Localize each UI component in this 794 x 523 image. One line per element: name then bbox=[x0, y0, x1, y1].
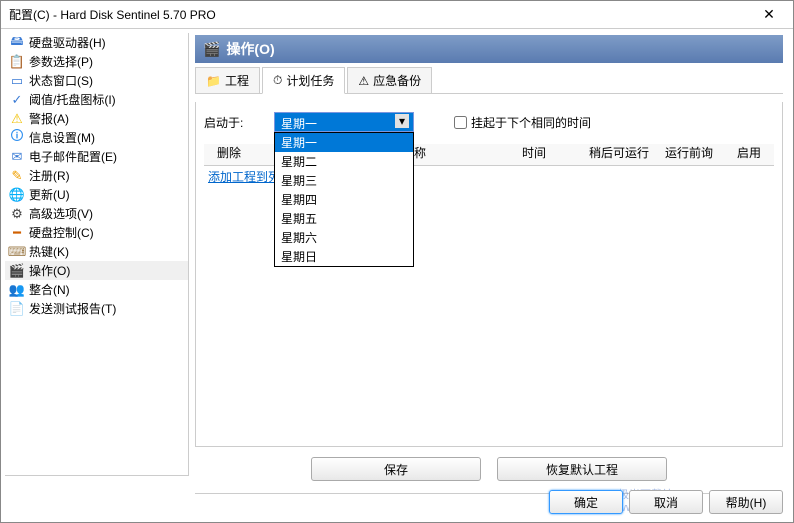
col-time: 时间 bbox=[484, 144, 584, 161]
tab-label-1: 计划任务 bbox=[286, 72, 334, 89]
suspend-checkbox[interactable] bbox=[454, 116, 467, 129]
sidebar-label-6: 电子邮件配置(E) bbox=[29, 148, 117, 165]
sidebar-item-14[interactable]: 📄发送测试报告(T) bbox=[5, 299, 188, 318]
sidebar-icon-8: 🌐 bbox=[9, 187, 25, 203]
sidebar-icon-7: ✎ bbox=[9, 168, 25, 184]
sidebar-item-6[interactable]: ✉电子邮件配置(E) bbox=[5, 147, 188, 166]
sidebar-icon-0: 🖴 bbox=[9, 35, 25, 51]
section-header: 🎬 操作(O) bbox=[195, 35, 783, 63]
col-delete: 删除 bbox=[204, 144, 254, 161]
ok-button[interactable]: 确定 bbox=[549, 490, 623, 514]
col-prerun: 运行前询 bbox=[654, 144, 724, 161]
sidebar-icon-2: ▭ bbox=[9, 73, 25, 89]
sidebar-icon-12: 🎬 bbox=[9, 263, 25, 279]
col-enable: 启用 bbox=[724, 144, 774, 161]
tabs: 📁 工程 ⏱ 计划任务 ⚠ 应急备份 bbox=[195, 67, 783, 94]
suspend-checkbox-wrap: 挂起于下个相同的时间 bbox=[454, 114, 591, 131]
sidebar-icon-3: ✓ bbox=[9, 92, 25, 108]
titlebar: 配置(C) - Hard Disk Sentinel 5.70 PRO ✕ bbox=[1, 1, 793, 29]
sidebar-label-10: 硬盘控制(C) bbox=[29, 224, 94, 241]
sidebar-label-8: 更新(U) bbox=[29, 186, 70, 203]
main-panel: 🎬 操作(O) 📁工程⏱计划任务⚠应急备份 启动于: 星期一 星期一星期二星期三… bbox=[193, 29, 793, 480]
sidebar-item-2[interactable]: ▭状态窗口(S) bbox=[5, 71, 188, 90]
tab-icon-0: 📁 bbox=[206, 74, 221, 88]
dropdown-option-6[interactable]: 星期日 bbox=[275, 247, 413, 266]
save-button[interactable]: 保存 bbox=[311, 457, 481, 481]
start-label: 启动于: bbox=[204, 114, 264, 131]
sidebar-item-10[interactable]: ━硬盘控制(C) bbox=[5, 223, 188, 242]
tab-icon-2: ⚠ bbox=[358, 74, 369, 88]
sidebar-label-1: 参数选择(P) bbox=[29, 53, 93, 70]
sidebar-label-9: 高级选项(V) bbox=[29, 205, 93, 222]
dropdown-option-4[interactable]: 星期五 bbox=[275, 209, 413, 228]
sidebar-label-11: 热键(K) bbox=[29, 243, 69, 260]
help-button[interactable]: 帮助(H) bbox=[709, 490, 783, 514]
sidebar-icon-9: ⚙ bbox=[9, 206, 25, 222]
tab-content: 启动于: 星期一 星期一星期二星期三星期四星期五星期六星期日 挂起于下个相同的时… bbox=[195, 102, 783, 447]
dropdown-option-2[interactable]: 星期三 bbox=[275, 171, 413, 190]
clapper-icon: 🎬 bbox=[203, 41, 220, 58]
sidebar-icon-6: ✉ bbox=[9, 149, 25, 165]
tab-0[interactable]: 📁 工程 bbox=[195, 67, 260, 93]
titlebar-text: 配置(C) - Hard Disk Sentinel 5.70 PRO bbox=[5, 6, 749, 23]
sidebar-item-4[interactable]: ⚠警报(A) bbox=[5, 109, 188, 128]
tab-1[interactable]: ⏱ 计划任务 bbox=[262, 67, 345, 94]
sidebar-item-12[interactable]: 🎬操作(O) bbox=[5, 261, 188, 280]
tab-label-0: 工程 bbox=[225, 72, 249, 89]
sidebar-item-8[interactable]: 🌐更新(U) bbox=[5, 185, 188, 204]
content-area: 🖴硬盘驱动器(H)📋参数选择(P)▭状态窗口(S)✓阈值/托盘图标(I)⚠警报(… bbox=[1, 29, 793, 480]
dropdown-option-5[interactable]: 星期六 bbox=[275, 228, 413, 247]
dropdown-option-0[interactable]: 星期一 bbox=[275, 133, 413, 152]
tab-icon-1: ⏱ bbox=[273, 73, 282, 88]
sidebar-icon-10: ━ bbox=[9, 225, 25, 241]
sidebar-icon-4: ⚠ bbox=[9, 111, 25, 127]
sidebar-icon-5: 🛈 bbox=[9, 130, 25, 146]
sidebar-label-2: 状态窗口(S) bbox=[29, 72, 93, 89]
sidebar-item-0[interactable]: 🖴硬盘驱动器(H) bbox=[5, 33, 188, 52]
sidebar-label-4: 警报(A) bbox=[29, 110, 69, 127]
sidebar-label-12: 操作(O) bbox=[29, 262, 70, 279]
sidebar-item-11[interactable]: ⌨热键(K) bbox=[5, 242, 188, 261]
section-title: 操作(O) bbox=[226, 39, 274, 59]
day-dropdown[interactable]: 星期一 bbox=[274, 112, 414, 132]
config-window: 配置(C) - Hard Disk Sentinel 5.70 PRO ✕ 🖴硬… bbox=[0, 0, 794, 523]
bottom-bar: 确定 取消 帮助(H) bbox=[549, 490, 783, 514]
day-dropdown-list[interactable]: 星期一星期二星期三星期四星期五星期六星期日 bbox=[274, 132, 414, 267]
sidebar-icon-11: ⌨ bbox=[9, 244, 25, 260]
sidebar-label-5: 信息设置(M) bbox=[29, 129, 95, 146]
start-row: 启动于: 星期一 星期一星期二星期三星期四星期五星期六星期日 挂起于下个相同的时… bbox=[204, 112, 774, 132]
cancel-button[interactable]: 取消 bbox=[629, 490, 703, 514]
sidebar-item-13[interactable]: 👥整合(N) bbox=[5, 280, 188, 299]
action-buttons: 保存 恢复默认工程 bbox=[195, 447, 783, 491]
sidebar-item-5[interactable]: 🛈信息设置(M) bbox=[5, 128, 188, 147]
tab-2[interactable]: ⚠ 应急备份 bbox=[347, 67, 432, 93]
sidebar-label-14: 发送测试报告(T) bbox=[29, 300, 116, 317]
restore-button[interactable]: 恢复默认工程 bbox=[497, 457, 667, 481]
sidebar-label-0: 硬盘驱动器(H) bbox=[29, 34, 106, 51]
sidebar-item-3[interactable]: ✓阈值/托盘图标(I) bbox=[5, 90, 188, 109]
col-delay: 稍后可运行 bbox=[584, 144, 654, 161]
suspend-label: 挂起于下个相同的时间 bbox=[471, 114, 591, 131]
dropdown-option-3[interactable]: 星期四 bbox=[275, 190, 413, 209]
sidebar-icon-13: 👥 bbox=[9, 282, 25, 298]
sidebar-item-7[interactable]: ✎注册(R) bbox=[5, 166, 188, 185]
sidebar-icon-14: 📄 bbox=[9, 301, 25, 317]
sidebar[interactable]: 🖴硬盘驱动器(H)📋参数选择(P)▭状态窗口(S)✓阈值/托盘图标(I)⚠警报(… bbox=[5, 33, 189, 476]
sidebar-icon-1: 📋 bbox=[9, 54, 25, 70]
sidebar-label-3: 阈值/托盘图标(I) bbox=[29, 91, 116, 108]
sidebar-item-9[interactable]: ⚙高级选项(V) bbox=[5, 204, 188, 223]
close-button[interactable]: ✕ bbox=[749, 4, 789, 26]
sidebar-item-1[interactable]: 📋参数选择(P) bbox=[5, 52, 188, 71]
sidebar-label-7: 注册(R) bbox=[29, 167, 70, 184]
day-dropdown-wrap: 星期一 星期一星期二星期三星期四星期五星期六星期日 bbox=[274, 112, 414, 132]
tab-label-2: 应急备份 bbox=[373, 72, 421, 89]
dropdown-option-1[interactable]: 星期二 bbox=[275, 152, 413, 171]
sidebar-label-13: 整合(N) bbox=[29, 281, 70, 298]
